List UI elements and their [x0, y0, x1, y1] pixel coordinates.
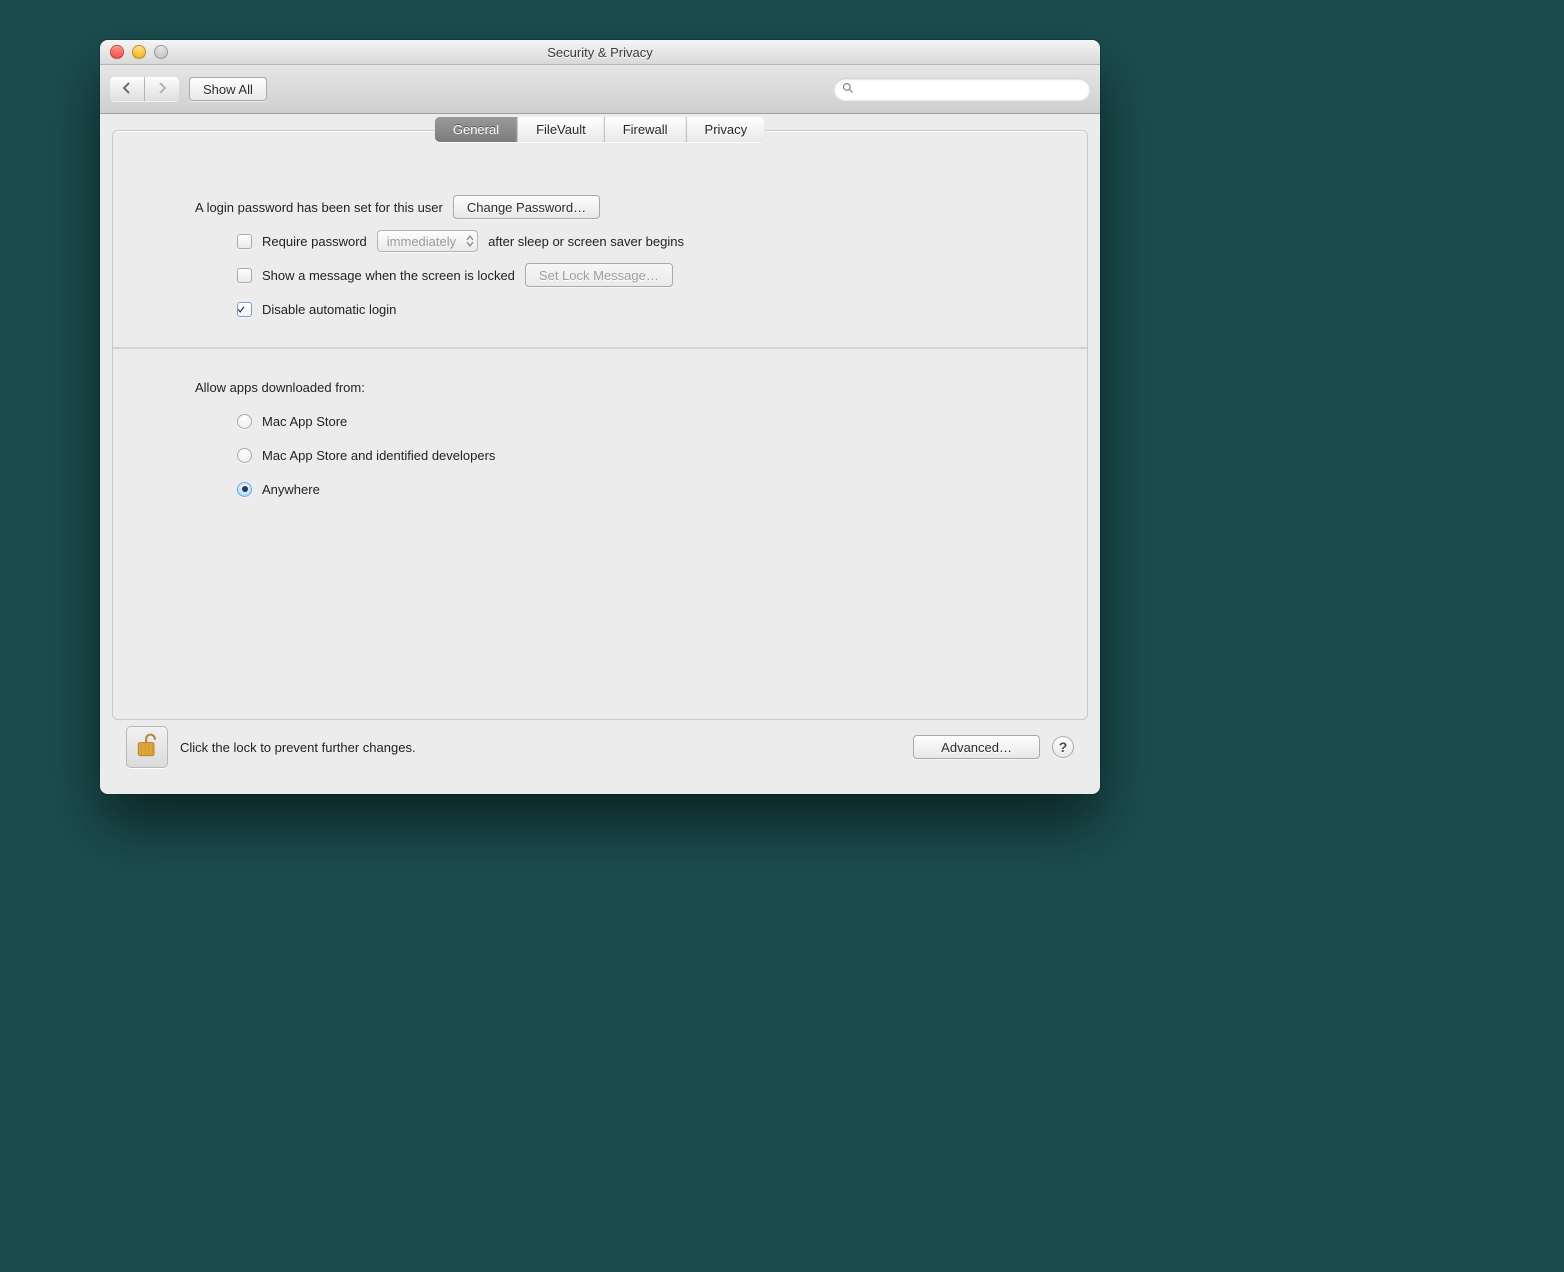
change-password-button[interactable]: Change Password… — [453, 195, 600, 219]
lock-button[interactable] — [126, 726, 168, 768]
advanced-button[interactable]: Advanced… — [913, 735, 1040, 759]
toolbar: Show All — [100, 65, 1100, 114]
after-sleep-text: after sleep or screen saver begins — [488, 234, 684, 249]
close-window-button[interactable] — [110, 45, 124, 59]
divider — [113, 347, 1087, 349]
forward-icon — [157, 82, 167, 97]
set-lock-message-button[interactable]: Set Lock Message… — [525, 263, 673, 287]
nav-back-forward — [110, 77, 179, 101]
titlebar: Security & Privacy — [100, 40, 1100, 65]
disable-auto-login-label: Disable automatic login — [262, 302, 396, 317]
require-password-label: Require password — [262, 234, 367, 249]
show-message-label: Show a message when the screen is locked — [262, 268, 515, 283]
tab-filevault[interactable]: FileVault — [518, 117, 605, 142]
search-field-wrap[interactable] — [834, 78, 1090, 100]
allow-apps-radio-anywhere[interactable] — [237, 482, 252, 497]
zoom-window-button[interactable] — [154, 45, 168, 59]
allow-apps-option-0: Mac App Store — [262, 414, 347, 429]
require-password-checkbox[interactable] — [237, 234, 252, 249]
allow-apps-radio-identified[interactable] — [237, 448, 252, 463]
require-password-delay-popup[interactable]: immediately — [377, 230, 478, 252]
tab-privacy[interactable]: Privacy — [687, 117, 766, 142]
back-button[interactable] — [110, 77, 145, 101]
back-icon — [122, 82, 132, 97]
search-input[interactable] — [860, 81, 1082, 97]
content-panel: General FileVault Firewall Privacy A log… — [112, 130, 1088, 720]
show-message-checkbox[interactable] — [237, 268, 252, 283]
search-icon — [842, 82, 854, 97]
disable-auto-login-checkbox[interactable] — [237, 302, 252, 317]
allow-apps-radio-mas[interactable] — [237, 414, 252, 429]
show-all-button[interactable]: Show All — [189, 77, 267, 101]
general-pane: A login password has been set for this u… — [113, 159, 1087, 539]
allow-apps-label: Allow apps downloaded from: — [195, 380, 365, 395]
tab-general[interactable]: General — [435, 117, 518, 142]
window-title: Security & Privacy — [100, 45, 1100, 60]
delay-value: immediately — [387, 234, 456, 249]
footer: Click the lock to prevent further change… — [112, 720, 1088, 782]
tab-bar: General FileVault Firewall Privacy — [435, 117, 765, 142]
lock-hint-text: Click the lock to prevent further change… — [180, 740, 416, 755]
help-button[interactable]: ? — [1052, 736, 1074, 758]
window-body: General FileVault Firewall Privacy A log… — [100, 114, 1100, 794]
password-set-text: A login password has been set for this u… — [195, 200, 443, 215]
tab-firewall[interactable]: Firewall — [605, 117, 687, 142]
allow-apps-option-2: Anywhere — [262, 482, 320, 497]
allow-apps-option-1: Mac App Store and identified developers — [262, 448, 495, 463]
minimize-window-button[interactable] — [132, 45, 146, 59]
forward-button[interactable] — [145, 77, 179, 101]
popup-stepper-icon — [466, 232, 474, 250]
lock-open-icon — [133, 732, 161, 763]
preferences-window: Security & Privacy Show All — [100, 40, 1100, 794]
traffic-lights — [100, 45, 168, 59]
